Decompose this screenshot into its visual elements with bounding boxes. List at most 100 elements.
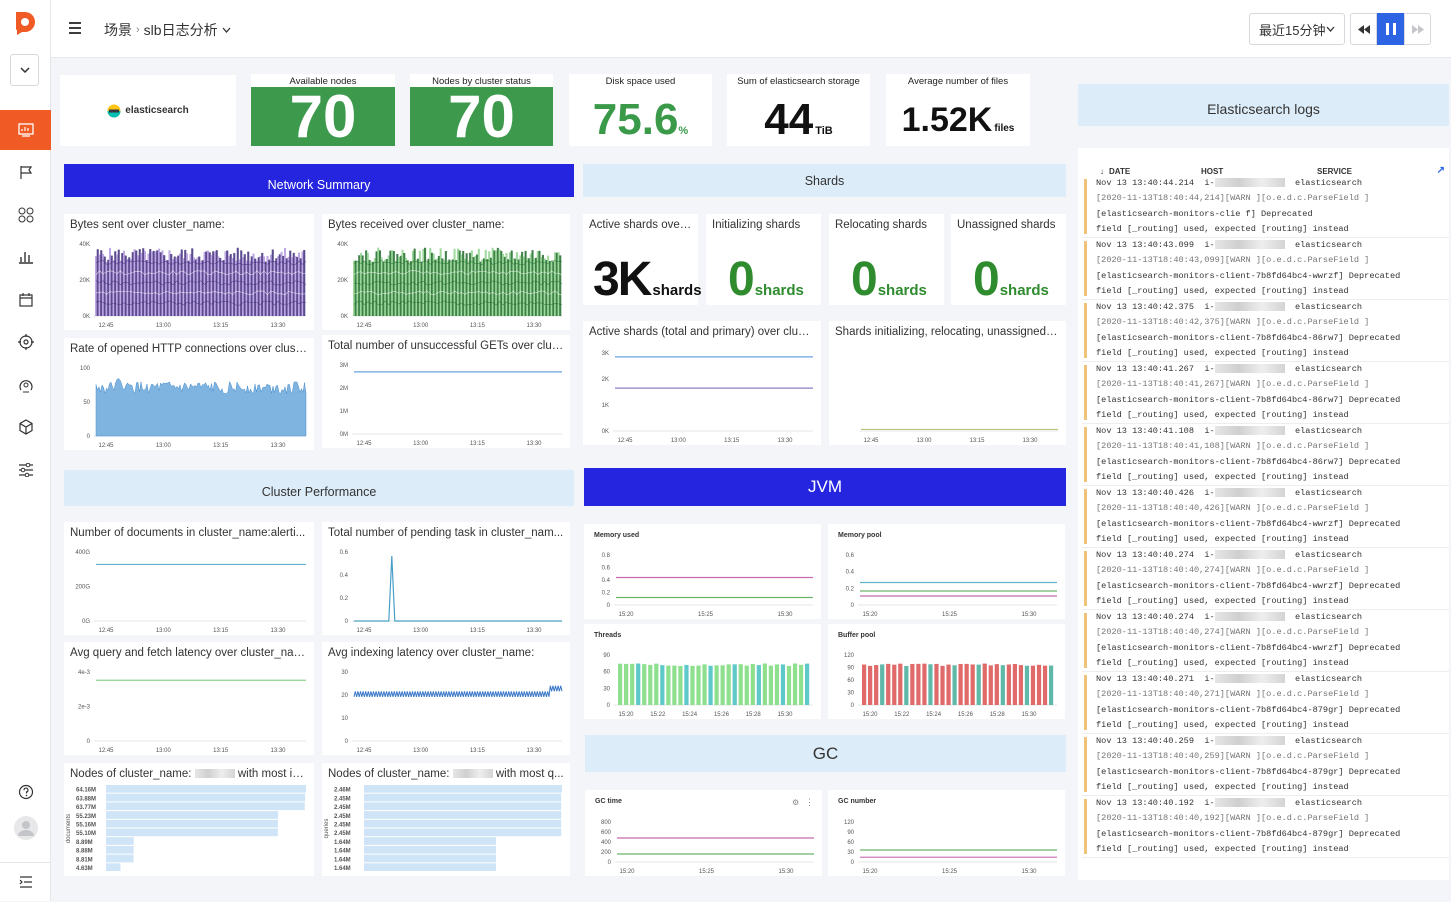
time-range-select[interactable]: 最近15分钟 [1249,13,1345,45]
panel-gc-time[interactable]: GC time ⚙ ⋮ 800 600 400 200 0 15:20 15:25 15:30 [585,790,822,876]
log-line: [2020-11-13T18:40:43,099][WARN ][o.e.d.c… [1096,255,1370,266]
x-tick-label: 12:45 [617,438,633,444]
log-entry[interactable]: Nov 13 13:40:41.267 i- elasticsearch [202… [1082,362,1449,424]
panel-top-nodes-queries[interactable]: Nodes of cluster_name: with most q... qu… [322,763,570,876]
more-icon[interactable]: ⋮ [805,797,814,808]
x-tick-label: 13:30 [270,748,286,754]
panel-active-shards: Active shards over c... 3K shards [583,214,702,306]
log-line: [elasticsearch-monitors-client-7b8fd64bc… [1096,642,1401,653]
sort-down-icon[interactable]: ↓ [1100,167,1104,176]
settings-icon[interactable]: ⚙ [792,798,799,807]
log-date: Nov 13 13:40:40.192 [1096,798,1194,808]
breadcrumb-current[interactable]: slb日志分析 [144,20,218,40]
panel-documents[interactable]: Number of documents in cluster_name:aler… [64,522,314,635]
calendar-icon [18,293,33,307]
panel-shards-init-reloc[interactable]: Shards initializing, relocating, unassig… [829,321,1066,445]
breadcrumb-root[interactable]: 场景 [104,20,132,40]
log-entry[interactable]: Nov 13 13:40:40.271 i- elasticsearch [202… [1082,672,1449,734]
bar [364,828,562,837]
panel-memory-used[interactable]: Memory used 0.8 0.6 0.4 0.2 0 15:20 15:25 15:30 [584,524,821,619]
col-host[interactable]: HOST [1201,167,1317,176]
nav-target[interactable] [0,322,51,362]
x-tick-label: 12:45 [98,443,114,449]
panel-http-rate[interactable]: Rate of opened HTTP connections over clu… [64,338,314,450]
logs-panel[interactable]: ↓ DATE HOST SERVICE ↗ Nov 13 13:40:44.21… [1078,148,1449,880]
collapse-sidebar-button[interactable] [0,862,51,902]
log-line: field [_routing] used, expected [routing… [1096,471,1349,482]
log-entry[interactable]: Nov 13 13:40:42.375 i- elasticsearch [202… [1082,300,1449,362]
bar-label: 8.88M [76,849,93,855]
stat-label: Sum of elasticsearch storage [737,76,860,87]
nav-help[interactable] [0,772,51,812]
log-entry[interactable]: Nov 13 13:40:40.426 i- elasticsearch [202… [1082,486,1449,548]
col-service[interactable]: SERVICE [1317,167,1352,176]
panel-gc-number[interactable]: GC number 120 90 60 30 0 15:20 15:25 15:30 [828,790,1065,876]
col-date[interactable]: DATE [1109,167,1201,176]
bar-label: 2.45M [334,805,351,811]
menu-icon[interactable] [68,21,82,40]
bar [886,663,891,705]
x-tick-label: 13:15 [470,441,486,447]
x-tick-label: 15:22 [650,712,666,718]
workspace-dropdown[interactable] [10,54,39,86]
bar-label: 55.23M [76,814,96,820]
log-service: elasticsearch [1294,364,1363,374]
bar [364,854,496,863]
panel-buffer-pool[interactable]: Buffer pool 120 90 60 30 0 15:20 15:22 15:24 15:… [828,624,1065,719]
nav-settings[interactable] [0,450,51,490]
panel-pending-tasks[interactable]: Total number of pending task in cluster_… [322,522,570,635]
nav-calendar[interactable] [0,280,51,320]
log-line: [2020-11-13T18:40:40,426][WARN ][o.e.d.c… [1096,503,1370,514]
panel-threads[interactable]: Threads 90 60 30 0 15:20 15:22 15:24 15:26 15:28… [584,624,821,719]
nav-charts[interactable] [0,237,51,277]
nav-alerts[interactable] [0,365,51,405]
user-avatar[interactable] [0,808,51,848]
chevron-down-icon[interactable] [222,27,231,33]
y-tick-label: 0 [87,434,91,440]
app-logo-icon[interactable] [12,10,38,36]
x-tick-label: 13:15 [213,748,229,754]
panel-indexing-latency[interactable]: Avg indexing latency over cluster_name: … [322,642,570,755]
pause-button[interactable] [1377,13,1404,45]
bar [958,664,963,705]
log-service: elasticsearch [1294,178,1363,188]
nav-packages[interactable] [0,407,51,447]
x-tick-label: 13:00 [156,323,172,329]
bar-label: 63.77M [76,805,96,811]
y-tick-label: 0 [851,603,855,609]
x-tick-label: 13:00 [916,438,932,444]
nav-apps[interactable] [0,195,51,235]
panel-bytes-sent[interactable]: Bytes sent over cluster_name: 40K 20K 0K 12… [64,214,314,330]
bar-label: 8.81M [76,857,93,863]
log-entry[interactable]: Nov 13 13:40:40.274 i- elasticsearch [202… [1082,610,1449,672]
panel-active-shards-over[interactable]: Active shards (total and primary) over c… [583,321,821,445]
log-entry[interactable]: Nov 13 13:40:43.099 i- elasticsearch [202… [1082,238,1449,300]
rewind-button[interactable] [1350,13,1377,45]
panel-bytes-received[interactable]: Bytes received over cluster_name: 40K 20K… [322,214,570,330]
log-entry[interactable]: Nov 13 13:40:40.192 i- elasticsearch [202… [1082,796,1449,858]
y-tick-label: 0.4 [846,570,855,576]
log-line: [2020-11-13T18:40:42,375][WARN ][o.e.d.c… [1096,317,1370,328]
stat-available-nodes: Available nodes 70 [251,74,395,147]
stat-value: 75.6 [592,95,679,144]
bar [624,663,629,705]
log-entry[interactable]: Nov 13 13:40:44.214 i- elasticsearch [202… [1082,176,1449,238]
panel-query-latency[interactable]: Avg query and fetch latency over cluster… [64,642,314,755]
x-tick-label: 13:30 [1022,438,1038,444]
elasticsearch-icon [107,104,121,117]
nav-dashboard[interactable] [0,110,51,150]
y-tick-label: 90 [847,830,854,836]
nav-flag[interactable] [0,152,51,192]
forward-button[interactable] [1404,13,1431,45]
log-date: Nov 13 13:40:42.375 [1096,302,1194,312]
y-tick-label: 50 [83,400,90,406]
log-entry[interactable]: Nov 13 13:40:41.108 i- elasticsearch [202… [1082,424,1449,486]
log-entry[interactable]: Nov 13 13:40:40.274 i- elasticsearch [202… [1082,548,1449,610]
log-entry[interactable]: Nov 13 13:40:40.259 i- elasticsearch [202… [1082,734,1449,796]
panel-top-nodes-documents[interactable]: Nodes of cluster_name: with most in... d… [64,763,314,876]
panel-unsuccessful-gets[interactable]: Total number of unsuccessful GETs over c… [322,335,570,448]
open-external-icon[interactable]: ↗ [1437,165,1445,176]
x-tick-label: 12:45 [356,323,372,329]
x-tick-label: 13:30 [270,628,286,634]
panel-memory-pool[interactable]: Memory pool 0.6 0.4 0.2 0 15:20 15:25 15:30 [828,524,1065,619]
